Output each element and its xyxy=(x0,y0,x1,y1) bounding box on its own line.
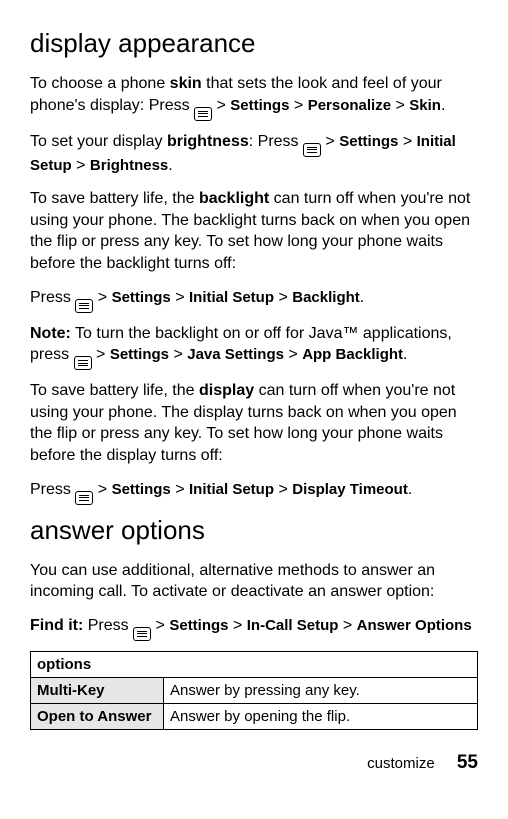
menu-initial-setup: Initial Setup xyxy=(189,481,274,498)
text: To save battery life, the xyxy=(30,382,199,399)
menu-settings: Settings xyxy=(169,617,228,634)
paragraph-note-java: Note: To turn the backlight on or off fo… xyxy=(30,323,478,369)
text: To save battery life, the xyxy=(30,190,199,207)
sep: > xyxy=(93,289,111,306)
option-name: Open to Answer xyxy=(31,703,164,729)
sep: > xyxy=(274,289,292,306)
menu-settings: Settings xyxy=(110,346,169,363)
menu-answer-options: Answer Options xyxy=(357,617,472,634)
paragraph-find-it: Find it: Press > Settings > In-Call Setu… xyxy=(30,615,478,639)
period: . xyxy=(403,346,407,363)
paragraph-brightness: To set your display brightness: Press > … xyxy=(30,131,478,177)
find-it-label: Find it: xyxy=(30,617,83,634)
page-footer: customize 55 xyxy=(30,752,478,774)
menu-initial-setup: Initial Setup xyxy=(189,289,274,306)
text: Press xyxy=(30,481,75,498)
heading-display-appearance: display appearance xyxy=(30,28,478,59)
sep: > xyxy=(338,617,356,634)
footer-page-number: 55 xyxy=(457,752,478,773)
paragraph-display-path: Press > Settings > Initial Setup > Displ… xyxy=(30,479,478,503)
option-desc: Answer by pressing any key. xyxy=(164,677,478,703)
text: To choose a phone xyxy=(30,75,170,92)
period: . xyxy=(360,289,364,306)
menu-display-timeout: Display Timeout xyxy=(292,481,408,498)
menu-settings: Settings xyxy=(112,289,171,306)
text: To set your display xyxy=(30,133,167,150)
menu-java-settings: Java Settings xyxy=(187,346,284,363)
menu-icon xyxy=(303,143,321,157)
sep: > xyxy=(284,346,302,363)
bold-brightness: brightness xyxy=(167,133,249,150)
sep: > xyxy=(72,157,90,174)
table-header-row: options xyxy=(31,651,478,677)
note-label: Note: xyxy=(30,325,71,342)
menu-icon xyxy=(133,627,151,641)
sep: > xyxy=(92,346,110,363)
option-name: Multi-Key xyxy=(31,677,164,703)
paragraph-backlight-path: Press > Settings > Initial Setup > Backl… xyxy=(30,287,478,311)
period: . xyxy=(441,97,445,114)
sep: > xyxy=(93,481,111,498)
footer-section: customize xyxy=(367,755,435,772)
menu-incall-setup: In-Call Setup xyxy=(247,617,339,634)
menu-brightness: Brightness xyxy=(90,157,168,174)
options-table: options Multi-Key Answer by pressing any… xyxy=(30,651,478,730)
bold-skin: skin xyxy=(170,75,202,92)
sep: > xyxy=(212,97,230,114)
menu-icon xyxy=(74,356,92,370)
menu-settings: Settings xyxy=(230,97,289,114)
menu-icon xyxy=(75,491,93,505)
heading-answer-options: answer options xyxy=(30,515,478,546)
sep: > xyxy=(398,133,416,150)
table-row: Multi-Key Answer by pressing any key. xyxy=(31,677,478,703)
paragraph-skin: To choose a phone skin that sets the loo… xyxy=(30,73,478,119)
sep: > xyxy=(171,481,189,498)
period: . xyxy=(168,157,172,174)
option-desc: Answer by opening the flip. xyxy=(164,703,478,729)
menu-icon xyxy=(194,107,212,121)
text: Press xyxy=(83,617,133,634)
sep: > xyxy=(391,97,409,114)
menu-settings: Settings xyxy=(339,133,398,150)
sep: > xyxy=(289,97,307,114)
paragraph-answer-intro: You can use additional, alternative meth… xyxy=(30,560,478,603)
menu-settings: Settings xyxy=(112,481,171,498)
sep: > xyxy=(169,346,187,363)
menu-app-backlight: App Backlight xyxy=(302,346,403,363)
menu-skin: Skin xyxy=(409,97,441,114)
table-header: options xyxy=(31,651,478,677)
sep: > xyxy=(171,289,189,306)
menu-icon xyxy=(75,299,93,313)
sep: > xyxy=(151,617,169,634)
sep: > xyxy=(321,133,339,150)
paragraph-display-intro: To save battery life, the display can tu… xyxy=(30,380,478,466)
bold-display: display xyxy=(199,382,254,399)
menu-backlight: Backlight xyxy=(292,289,360,306)
text: Press xyxy=(30,289,75,306)
text: : Press xyxy=(249,133,303,150)
bold-backlight: backlight xyxy=(199,190,269,207)
sep: > xyxy=(229,617,247,634)
sep: > xyxy=(274,481,292,498)
menu-personalize: Personalize xyxy=(308,97,391,114)
table-row: Open to Answer Answer by opening the fli… xyxy=(31,703,478,729)
paragraph-backlight-intro: To save battery life, the backlight can … xyxy=(30,188,478,274)
period: . xyxy=(408,481,412,498)
